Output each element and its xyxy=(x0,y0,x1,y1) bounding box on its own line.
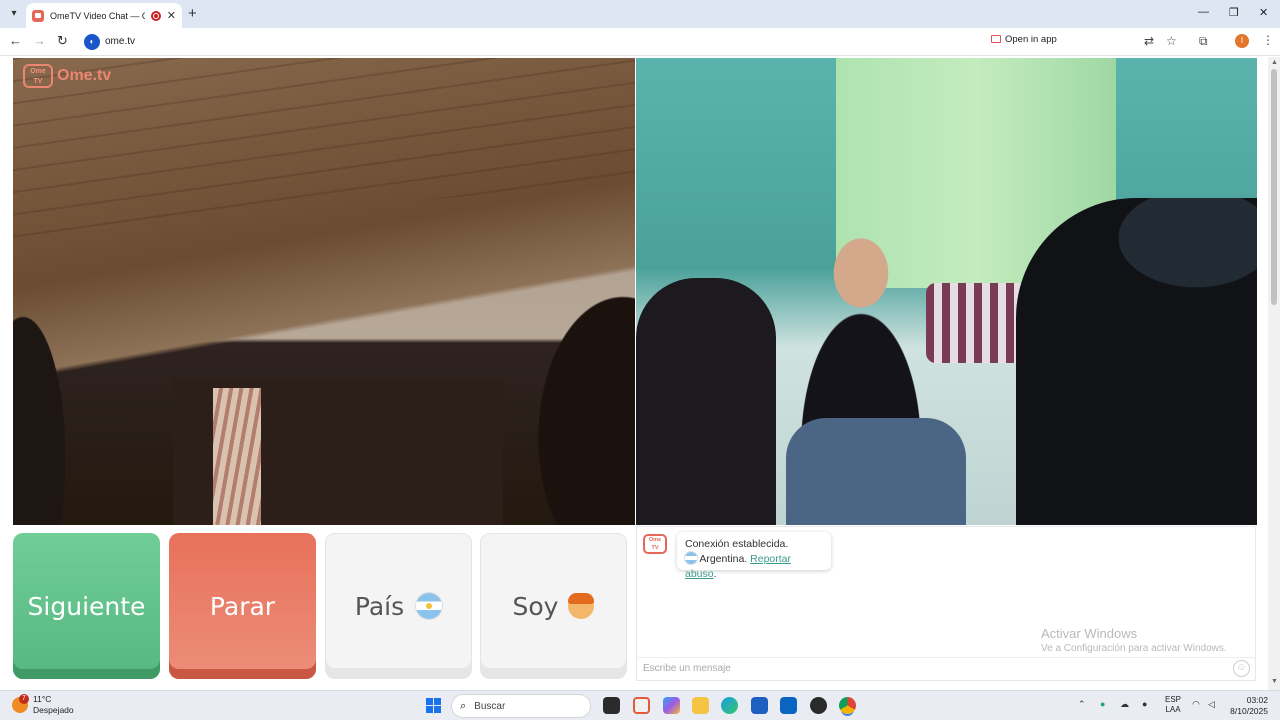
chat-panel: Ome TV Conexión establecida. Argentina. … xyxy=(636,526,1256,681)
wifi-icon[interactable]: ◠ xyxy=(1192,699,1200,710)
country-button-label: País xyxy=(354,591,405,621)
copilot-icon[interactable] xyxy=(663,697,680,714)
url-text[interactable]: ome.tv xyxy=(105,36,135,47)
task-view-icon[interactable] xyxy=(603,697,620,714)
show-hidden-icons-chevron-icon[interactable]: ⌃ xyxy=(1078,699,1086,710)
security-shield-icon[interactable]: ● xyxy=(1100,699,1105,709)
translate-icon[interactable]: ⇄ xyxy=(1144,34,1154,48)
system-message: Conexión establecida. Argentina. Reporta… xyxy=(677,532,831,580)
windows-start-icon[interactable] xyxy=(426,698,441,713)
input-language-indicator[interactable]: ESP LAA xyxy=(1165,695,1181,715)
ometv-logo-text: Ome.tv xyxy=(57,67,112,84)
browser-menu-icon[interactable]: ⋮ xyxy=(1262,33,1274,47)
extensions-icon[interactable]: ⧉ xyxy=(1199,34,1208,49)
scroll-down-arrow-icon[interactable]: ▼ xyxy=(1271,678,1278,685)
windows-taskbar: 7 11°C Despejado ⌕ Buscar ⌃ ● ☁ ● ESP LA… xyxy=(0,690,1280,720)
app-with-notification-icon[interactable] xyxy=(810,697,827,714)
weather-alert-badge: 7 xyxy=(19,694,29,704)
weather-temperature: 11°C xyxy=(33,694,52,704)
microsoft-store-icon[interactable] xyxy=(751,697,768,714)
open-in-app-button[interactable]: Open in app xyxy=(986,31,1062,47)
cloud-icon[interactable]: ☁ xyxy=(1120,699,1129,710)
next-button[interactable]: Siguiente xyxy=(13,533,160,679)
language-code: ESP xyxy=(1165,695,1182,704)
search-icon: ⌕ xyxy=(460,699,467,712)
chrome-icon[interactable] xyxy=(839,697,856,714)
ometv-logo-icon: Ome TV xyxy=(23,64,53,88)
taskbar-search[interactable]: ⌕ Buscar xyxy=(451,694,591,718)
forward-arrow-icon[interactable]: → xyxy=(33,33,46,48)
volume-icon[interactable]: ◁ xyxy=(1208,699,1215,710)
open-in-app-label: Open in app xyxy=(1005,33,1057,45)
gender-select-button[interactable]: Soy xyxy=(480,533,627,679)
outlook-icon[interactable] xyxy=(780,697,797,714)
country-filter-button[interactable]: País xyxy=(325,533,472,679)
remote-video xyxy=(636,58,1257,525)
tab-title: OmeTV Video Chat — Ome xyxy=(50,10,145,21)
boy-emoji-icon xyxy=(568,593,595,619)
ometv-chat-logo-icon: Ome TV xyxy=(643,534,667,554)
recording-indicator-icon xyxy=(150,10,161,21)
bookmark-star-icon[interactable]: ☆ xyxy=(1166,34,1177,48)
open-app-icon xyxy=(991,35,1001,43)
video-scene-person-right xyxy=(1016,198,1257,525)
new-tab-button[interactable]: + xyxy=(188,5,197,22)
connection-status-text: Conexión establecida. xyxy=(685,538,789,550)
tab-ometv[interactable]: OmeTV Video Chat — Ome ✕ xyxy=(26,3,182,28)
taskbar-search-label: Buscar xyxy=(474,700,506,712)
partner-country: Argentina. xyxy=(699,553,748,565)
report-suffix: . xyxy=(713,568,717,580)
windows-activation-watermark: Activar Windows Ve a Configuración para … xyxy=(1041,626,1227,654)
clock-time: 03:02 xyxy=(1246,695,1268,705)
browser-tab-bar: ▾ OmeTV Video Chat — Ome ✕ + — ❐ ✕ xyxy=(0,0,1280,28)
weather-description: Despejado xyxy=(33,705,74,715)
ometv-favicon-icon xyxy=(32,9,44,22)
video-scene-person-left xyxy=(636,278,776,525)
widgets-icon[interactable] xyxy=(633,697,650,714)
edge-browser-icon[interactable] xyxy=(721,697,738,714)
scroll-up-arrow-icon[interactable]: ▲ xyxy=(1271,59,1278,66)
reload-icon[interactable]: ↻ xyxy=(57,33,68,49)
weather-sun-icon: 7 xyxy=(12,694,29,713)
video-scene-ceiling xyxy=(13,58,635,244)
activate-windows-title: Activar Windows xyxy=(1041,626,1138,641)
partner-country-line: Argentina. Reportar abuso. xyxy=(685,552,823,582)
file-explorer-icon[interactable] xyxy=(692,697,709,714)
gender-button-label: Soy xyxy=(512,591,559,621)
stop-button-label: Parar xyxy=(209,591,276,621)
argentina-flag-icon xyxy=(416,593,443,619)
ometv-logo[interactable]: Ome TV Ome.tv xyxy=(23,64,111,88)
activate-windows-subtitle: Ve a Configuración para activar Windows. xyxy=(1041,643,1227,654)
browser-toolbar: ← → ↻ ◐ ome.tv Open in app ⇄ ☆ ⧉ I ⋮ xyxy=(0,28,1280,56)
emoji-smiley-icon[interactable]: ☺ xyxy=(1233,660,1250,677)
video-scene-jeans xyxy=(786,418,966,525)
local-video xyxy=(13,58,635,525)
back-arrow-icon[interactable]: ← xyxy=(9,33,22,48)
window-restore-button[interactable]: ❐ xyxy=(1229,6,1239,19)
argentina-flag-small-icon xyxy=(685,552,697,564)
scrollbar-thumb[interactable] xyxy=(1271,69,1277,305)
window-minimize-button[interactable]: — xyxy=(1198,6,1209,18)
microphone-icon[interactable]: ● xyxy=(1142,699,1147,709)
profile-avatar[interactable]: I xyxy=(1235,34,1249,48)
message-input[interactable]: Escribe un mensaje xyxy=(637,657,1255,681)
system-clock[interactable]: 03:02 8/10/2025 xyxy=(1230,695,1268,717)
stop-button[interactable]: Parar xyxy=(169,533,316,679)
window-close-button[interactable]: ✕ xyxy=(1259,6,1268,19)
video-scene-towel xyxy=(213,388,261,525)
language-layout: LAA xyxy=(1165,705,1181,714)
weather-widget[interactable]: 7 11°C Despejado xyxy=(12,694,74,716)
chat-controls: Siguiente Parar País Soy xyxy=(13,533,627,679)
site-info-icon[interactable]: ◐ xyxy=(84,34,100,50)
tab-close-icon[interactable]: ✕ xyxy=(167,9,176,22)
page-scrollbar[interactable]: ▲ ▼ xyxy=(1268,57,1280,690)
tab-search-chevron-icon[interactable]: ▾ xyxy=(6,6,22,22)
next-button-label: Siguiente xyxy=(27,591,146,621)
clock-date: 8/10/2025 xyxy=(1230,706,1268,716)
